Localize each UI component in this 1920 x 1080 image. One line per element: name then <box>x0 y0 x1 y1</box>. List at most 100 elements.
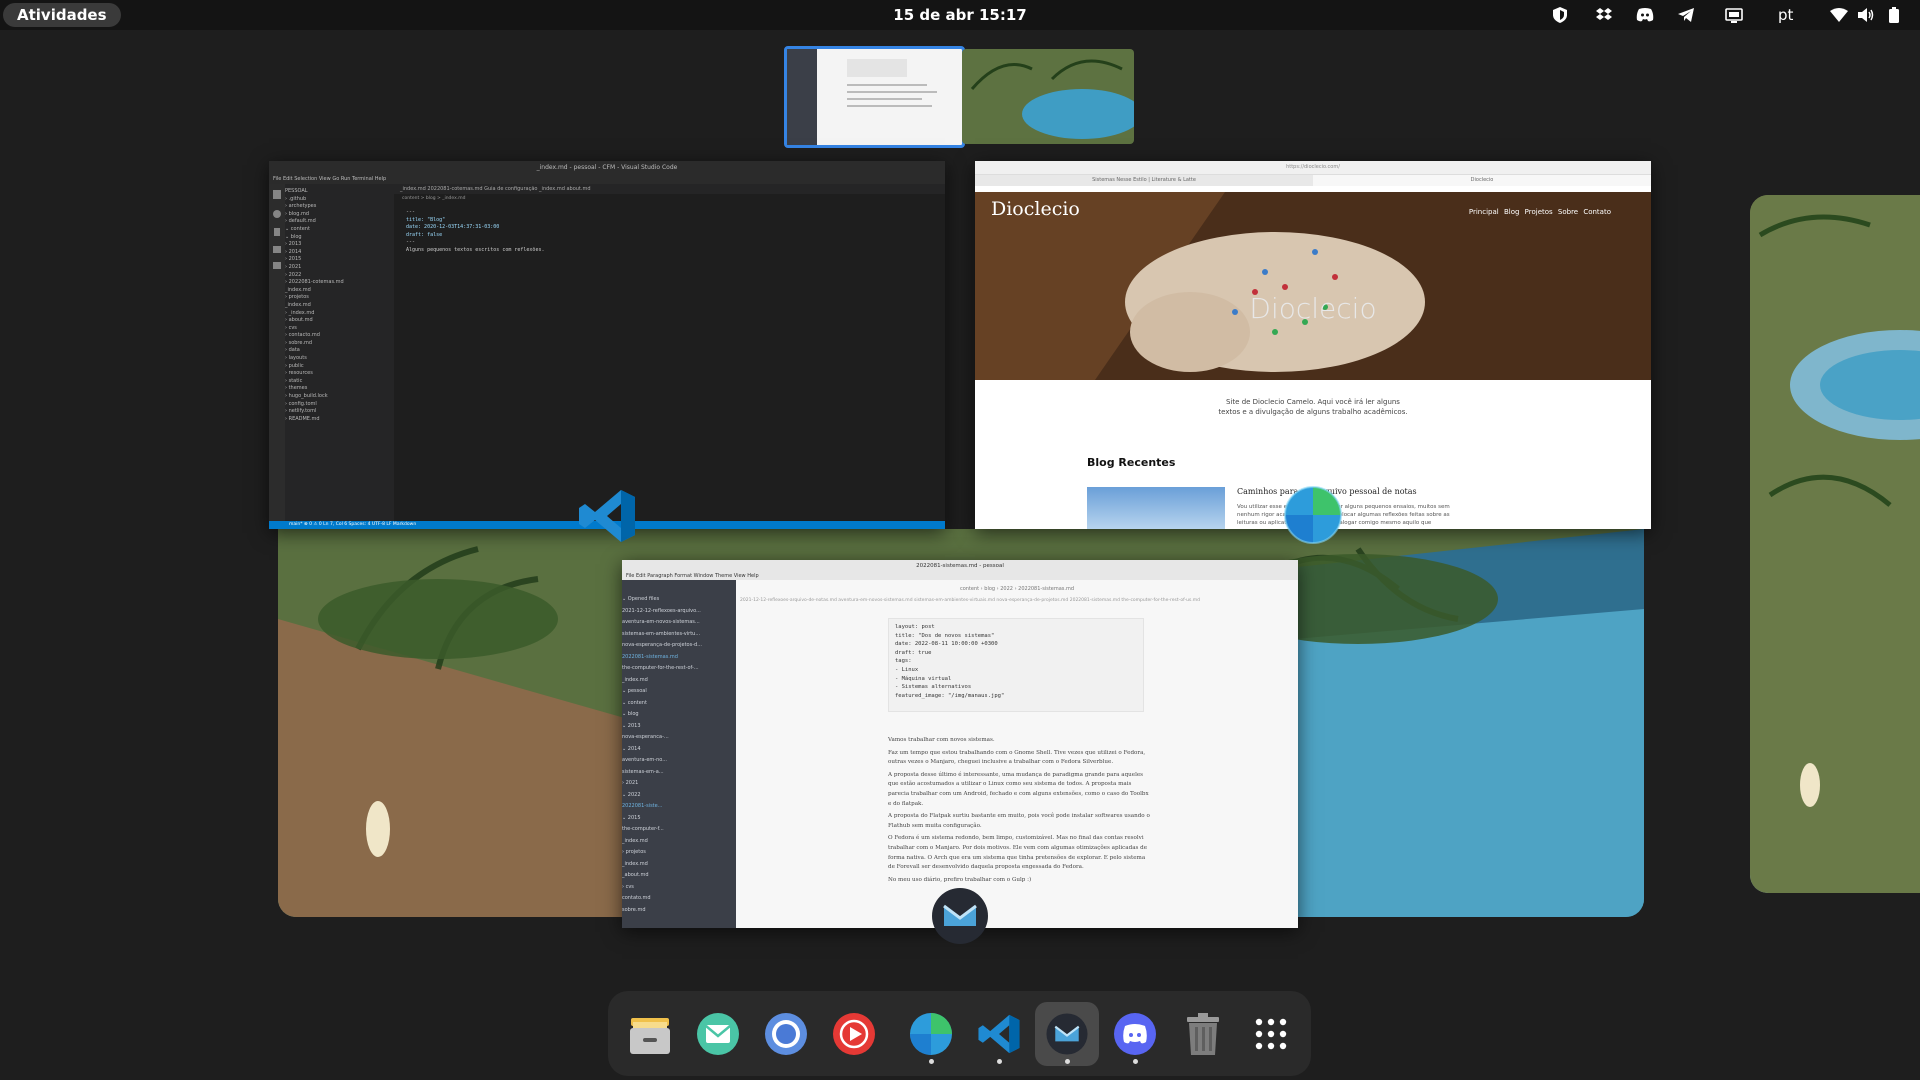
code-line[interactable]: date: 2020-12-03T14:37:31-03:00 <box>406 224 945 232</box>
explorer-item[interactable]: › default.md <box>285 218 394 226</box>
paragraph[interactable]: Faz um tempo que estou trabalhando com o… <box>888 749 1150 768</box>
address-bar[interactable]: https://dioclecio.com/ <box>975 161 1651 175</box>
language-indicator[interactable]: pt <box>1778 0 1793 30</box>
explorer-item[interactable]: › 2022081-cotemas.md <box>285 279 394 287</box>
shield-icon[interactable] <box>1551 6 1569 24</box>
explorer-item[interactable]: › hugo_build.lock <box>285 393 394 401</box>
volume-icon[interactable] <box>1856 6 1876 24</box>
screen-icon[interactable] <box>1724 6 1744 24</box>
explorer-item[interactable]: › cvs <box>285 325 394 333</box>
code-editor[interactable]: --- title: "Blog" date: 2020-12-03T14:37:3… <box>394 203 945 254</box>
browser-tab[interactable]: Dioclecio <box>1313 175 1651 186</box>
menu-bar[interactable]: File Edit Selection View Go Run Terminal… <box>269 175 945 184</box>
browser-globe-icon[interactable] <box>907 1010 955 1058</box>
dropbox-icon[interactable] <box>1594 6 1614 24</box>
sidebar-item[interactable]: › cvs <box>622 882 736 894</box>
front-matter-line[interactable]: - Máquina virtual <box>895 675 1137 684</box>
sidebar-item[interactable]: sobre.md <box>622 905 736 917</box>
explorer-item[interactable]: › contacto.md <box>285 332 394 340</box>
explorer-item[interactable]: › archetypes <box>285 203 394 211</box>
front-matter-line[interactable]: tags: <box>895 657 1137 666</box>
code-line[interactable]: --- <box>406 239 945 247</box>
explorer-item[interactable]: › README.md <box>285 416 394 424</box>
explorer-item[interactable]: › 2013 <box>285 241 394 249</box>
vscode-icon[interactable] <box>975 1010 1023 1058</box>
explorer-item[interactable]: › themes <box>285 385 394 393</box>
paragraph[interactable]: A proposta do Flatpak surtiu bastante em… <box>888 812 1150 831</box>
sidebar-item[interactable]: › projetos <box>622 847 736 859</box>
youtube-music-icon[interactable] <box>830 1010 878 1058</box>
sidebar-item[interactable]: ⌄ pessoal <box>622 686 736 698</box>
activities-button[interactable]: Atividades <box>3 3 121 27</box>
vscode-icon[interactable] <box>577 486 637 550</box>
sidebar-item[interactable]: 2022081-sistemas.md <box>622 652 736 664</box>
browser-tab[interactable]: Sistemas Nesse Estilo | Literature & Lat… <box>975 175 1313 186</box>
sidebar-item[interactable]: _index.md <box>622 675 736 687</box>
sidebar-item[interactable]: _about.md <box>622 870 736 882</box>
front-matter-line[interactable]: - Linux <box>895 666 1137 675</box>
breadcrumb[interactable]: content › blog › 2022 › 2022081-sistemas… <box>736 580 1298 592</box>
front-matter-line[interactable]: - Sistemas alternativos <box>895 683 1137 692</box>
paragraph[interactable]: No meu uso diário, prefiro trabalhar com… <box>888 876 1150 886</box>
paragraph[interactable]: O Fedora é um sistema redondo, bem limpo… <box>888 834 1150 872</box>
explorer-item[interactable]: › config.toml <box>285 401 394 409</box>
app-grid-icon[interactable] <box>1247 1010 1295 1058</box>
code-line[interactable]: --- <box>406 209 945 217</box>
sidebar-item[interactable]: 2022081-siste... <box>622 801 736 813</box>
sidebar-item[interactable]: ⌄ 2015 <box>622 813 736 825</box>
browser-globe-icon[interactable] <box>1283 485 1343 549</box>
code-line[interactable]: title: "Blog" <box>406 217 945 225</box>
clock[interactable]: 15 de abr 15:17 <box>0 0 1920 30</box>
sidebar-item[interactable]: the-computer-for-the-rest-of-... <box>622 663 736 675</box>
mail-icon[interactable] <box>694 1010 742 1058</box>
menu-bar[interactable]: File Edit Paragraph Format Window Theme … <box>622 572 1298 580</box>
paragraph[interactable]: A proposta desse último é interessante, … <box>888 771 1150 809</box>
battery-icon[interactable] <box>1885 6 1903 24</box>
explorer-item[interactable]: › blog.md <box>285 211 394 219</box>
explorer-item[interactable]: › public <box>285 363 394 371</box>
sidebar-item[interactable]: _index.md <box>622 836 736 848</box>
sidebar-item[interactable]: aventura-em-no... <box>622 755 736 767</box>
trash-icon[interactable] <box>1179 1010 1227 1058</box>
front-matter-line[interactable]: layout: post <box>895 623 1137 632</box>
next-workspace-preview[interactable] <box>1750 195 1920 893</box>
post-thumbnail[interactable] <box>1087 487 1225 529</box>
breadcrumb[interactable]: content > blog > _index.md <box>394 194 945 203</box>
sidebar-item[interactable]: ⌄ 2013 <box>622 721 736 733</box>
explorer-item[interactable]: › sobre.md <box>285 340 394 348</box>
marktext-icon[interactable] <box>1035 1002 1099 1066</box>
sidebar-item[interactable]: aventura-em-novos-sistemas... <box>622 617 736 629</box>
discord-icon[interactable] <box>1635 6 1655 24</box>
telegram-icon[interactable] <box>1676 6 1696 24</box>
activity-bar[interactable] <box>269 184 285 521</box>
paragraph[interactable]: Vamos trabalhar com novos sistemas. <box>888 736 1150 746</box>
explorer-item[interactable]: PESSOAL <box>285 188 394 196</box>
explorer-item[interactable]: › 2022 <box>285 272 394 280</box>
marktext-icon[interactable] <box>930 886 990 950</box>
browser-window[interactable]: https://dioclecio.com/ Sistemas Nesse Es… <box>975 161 1651 529</box>
sidebar-item[interactable]: ⌄ blog <box>622 709 736 721</box>
sidebar-item[interactable]: sistemas-em-ambientes-virtu... <box>622 629 736 641</box>
site-nav[interactable]: Principal Blog Projetos Sobre Contato <box>1469 208 1611 216</box>
sidebar-item[interactable]: ⌄ 2022 <box>622 790 736 802</box>
editor-tabs[interactable]: _index.md 2022081-cotemas.md Guia de con… <box>394 184 945 194</box>
front-matter-line[interactable]: date: 2022-08-11 10:00:00 +0300 <box>895 640 1137 649</box>
explorer-item[interactable]: › about.md <box>285 317 394 325</box>
discord-icon[interactable] <box>1111 1010 1159 1058</box>
sidebar-item[interactable]: 2021-12-12-reflexoes-arquivo... <box>622 606 736 618</box>
explorer-item[interactable]: ⌄ content <box>285 226 394 234</box>
sidebar-item[interactable]: ⌄ Opened files <box>622 594 736 606</box>
workspace-thumbnail-2[interactable] <box>962 49 1134 144</box>
document-body[interactable]: Vamos trabalhar com novos sistemas. Faz u… <box>888 736 1150 888</box>
file-sidebar[interactable]: ⌄ Opened files 2021-12-12-reflexoes-arqu… <box>622 580 736 928</box>
wifi-icon[interactable] <box>1829 6 1849 24</box>
sidebar-item[interactable]: ⌄ content <box>622 698 736 710</box>
explorer-item[interactable]: › data <box>285 347 394 355</box>
explorer-item[interactable]: › projetos <box>285 294 394 302</box>
explorer-item[interactable]: › _index.md <box>285 310 394 318</box>
document-area[interactable]: content › blog › 2022 › 2022081-sistemas… <box>736 580 1298 928</box>
sidebar-item[interactable]: contato.md <box>622 893 736 905</box>
editor-area[interactable]: _index.md 2022081-cotemas.md Guia de con… <box>394 184 945 521</box>
files-icon[interactable] <box>626 1010 674 1058</box>
explorer-item[interactable]: ⌄ blog <box>285 234 394 242</box>
